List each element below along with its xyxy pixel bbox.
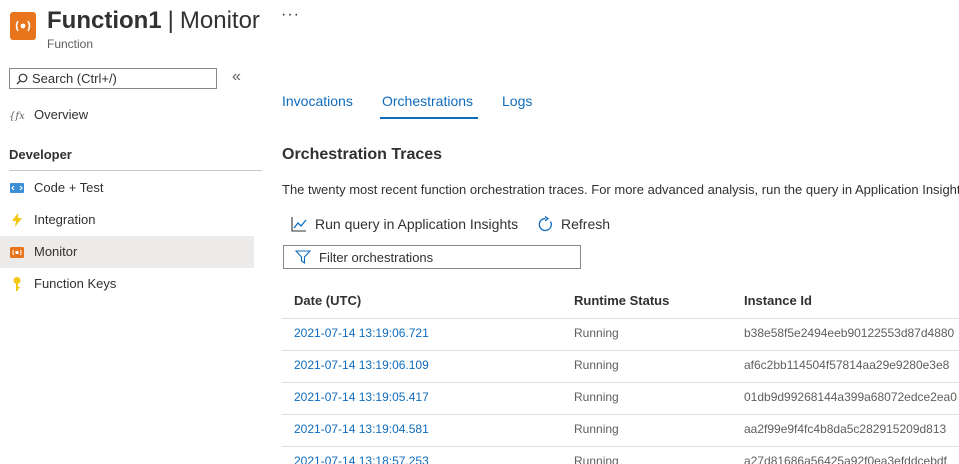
date-link[interactable]: 2021-07-14 13:19:06.721 [294,326,429,340]
search-input[interactable] [32,70,212,87]
sidebar-item-code-test[interactable]: Code + Test [0,172,254,204]
column-header-runtime-status[interactable]: Runtime Status [574,293,669,308]
lightning-icon [12,213,22,227]
function-app-icon [10,12,36,40]
runtime-status: Running [574,422,619,436]
function-icon: {fx} [9,111,25,122]
section-title: Orchestration Traces [282,146,443,163]
sidebar-search[interactable] [9,68,217,89]
runtime-status: Running [574,326,619,340]
sidebar-item-label: Integration [34,212,96,227]
sidebar-item-label: Overview [34,107,89,122]
runtime-status: Running [574,390,619,404]
instance-id: aa2f99e9f4fc4b8da5c282915209d813 [744,422,947,436]
sidebar-item-function-keys[interactable]: Function Keys [0,268,254,300]
instance-id: af6c2bb114504f57814aa29e9280e3e8 [744,358,950,372]
sidebar-item-monitor[interactable]: Monitor [0,236,254,268]
sidebar-item-overview[interactable]: {fx} Overview [0,99,254,131]
tab-logs[interactable]: Logs [502,93,532,109]
active-tab-indicator [380,117,478,119]
column-header-instance-id[interactable]: Instance Id [744,293,812,308]
chart-icon [291,217,307,232]
date-link[interactable]: 2021-07-14 13:19:06.109 [294,358,429,372]
section-description: The twenty most recent function orchestr… [282,182,959,197]
refresh-label: Refresh [561,216,611,232]
collapse-sidebar-button[interactable]: « [232,68,241,86]
search-icon [16,73,28,85]
more-options-button[interactable]: ··· [281,6,300,24]
page-title-blade: Monitor [179,7,260,34]
table-row: 2021-07-14 13:19:04.581 Running aa2f99e9… [282,414,959,447]
sidebar-item-integration[interactable]: Integration [0,204,254,236]
sidebar-item-label: Code + Test [34,180,104,195]
filter-box[interactable] [283,245,581,269]
refresh-icon [538,216,552,232]
instance-id: 01db9d99268144a399a68072edce2ea0 [744,390,957,404]
instance-id: b38e58f5e2494eeb90122553d87d4880 [744,326,955,340]
table-row: 2021-07-14 13:19:06.109 Running af6c2bb1… [282,350,959,383]
code-icon [10,183,24,193]
runtime-status: Running [574,358,619,372]
table-row: 2021-07-14 13:18:57.253 Running a27d8168… [282,446,959,464]
sidebar-item-label: Monitor [34,244,78,259]
tab-orchestrations[interactable]: Orchestrations [382,93,473,109]
page-title: Function1 | Monitor [47,6,260,36]
table-row: 2021-07-14 13:19:05.417 Running 01db9d99… [282,382,959,415]
page-title-resource: Function1 [47,7,162,34]
sidebar-item-label: Function Keys [34,276,117,291]
table-row: 2021-07-14 13:19:06.721 Running b38e58f5… [282,318,959,351]
filter-icon [295,250,311,264]
page-title-separator: | [167,7,174,34]
run-query-label: Run query in Application Insights [315,216,519,232]
refresh-button[interactable]: Refresh [537,215,617,235]
date-link[interactable]: 2021-07-14 13:19:05.417 [294,390,429,404]
date-link[interactable]: 2021-07-14 13:19:04.581 [294,422,429,436]
key-icon [13,277,21,291]
filter-input[interactable] [319,249,569,265]
run-query-button[interactable]: Run query in Application Insights [291,215,526,235]
svg-text:{fx}: {fx} [9,111,25,122]
tab-invocations[interactable]: Invocations [282,93,353,109]
divider [9,170,262,171]
column-header-date[interactable]: Date (UTC) [294,293,361,308]
monitor-icon [10,247,24,258]
page-subtitle: Function [47,37,94,51]
sidebar-section-developer: Developer [9,147,72,162]
